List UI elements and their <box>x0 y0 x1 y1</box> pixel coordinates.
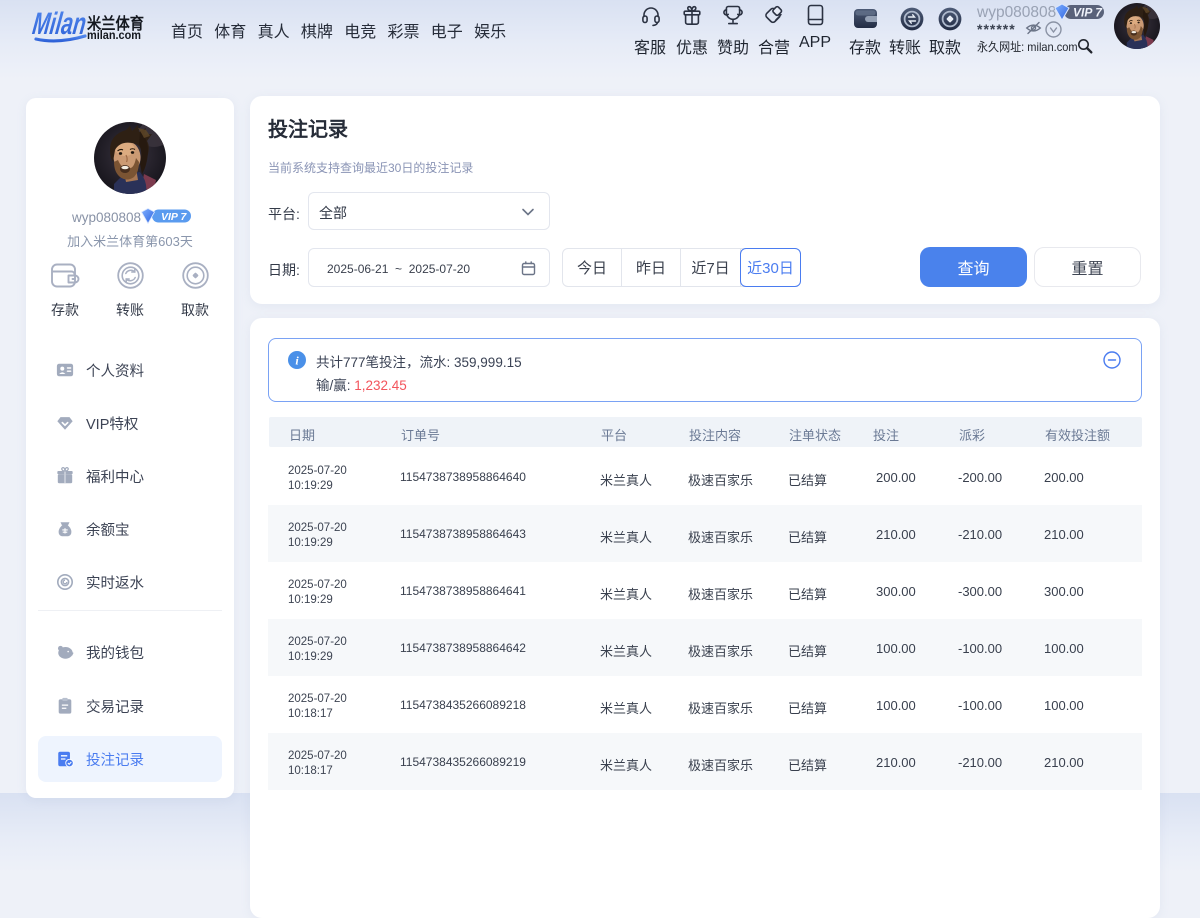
svg-text:Milan: Milan <box>31 6 89 41</box>
svg-text:VIP 7: VIP 7 <box>1073 6 1103 20</box>
svg-text:VIP 7: VIP 7 <box>161 211 187 223</box>
svg-text:milan.com: milan.com <box>87 30 141 42</box>
